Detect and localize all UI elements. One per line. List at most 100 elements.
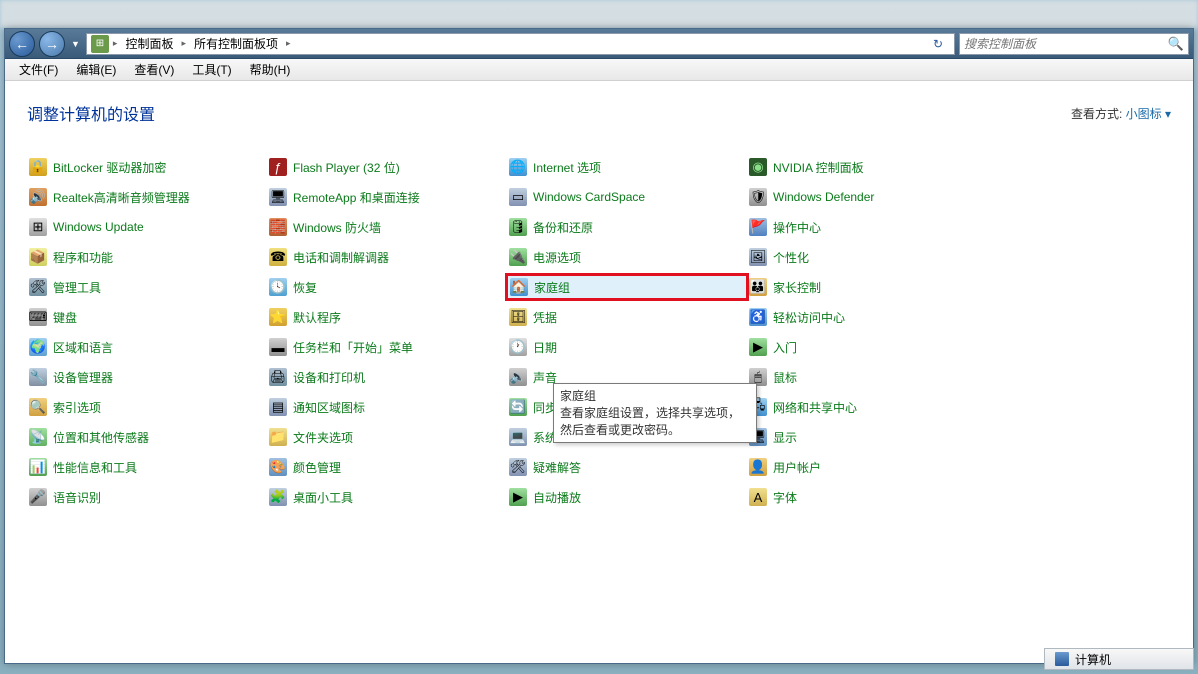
homegroup-tooltip: 家庭组 查看家庭组设置，选择共享选项，然后查看或更改密码。 <box>553 383 757 443</box>
item-default-programs[interactable]: ⭐默认程序 <box>267 305 507 329</box>
item-power[interactable]: 🔌电源选项 <box>507 245 747 269</box>
items-grid: 🔒 BitLocker 驱动器加密 ƒ Flash Player (32 位) 🌐I… <box>27 155 1171 509</box>
flash-icon: ƒ <box>269 158 287 176</box>
nvidia-icon: ◉ <box>749 158 767 176</box>
item-label: 家长控制 <box>773 279 821 296</box>
item-remoteapp[interactable]: 🖥RemoteApp 和桌面连接 <box>267 185 507 209</box>
view-by-value[interactable]: 小图标 ▾ <box>1126 107 1171 121</box>
item-user-accounts[interactable]: 👤用户帐户 <box>747 455 987 479</box>
item-label: Windows CardSpace <box>533 190 645 204</box>
search-box[interactable]: 🔍 <box>959 33 1189 55</box>
item-label: 索引选项 <box>53 399 101 416</box>
clock-icon: 🕐 <box>509 338 527 356</box>
item-defender[interactable]: 🛡Windows Defender <box>747 185 987 209</box>
item-flash[interactable]: ƒ Flash Player (32 位) <box>267 155 507 179</box>
search-icon[interactable]: 🔍 <box>1168 36 1184 52</box>
menu-tools[interactable]: 工具(T) <box>184 59 239 80</box>
item-autoplay[interactable]: ▶自动播放 <box>507 485 747 509</box>
item-getting-started[interactable]: ▶入门 <box>747 335 987 359</box>
item-indexing[interactable]: 🔍索引选项 <box>27 395 267 419</box>
item-label: 显示 <box>773 429 797 446</box>
item-performance[interactable]: 📊性能信息和工具 <box>27 455 267 479</box>
menu-bar: 文件(F) 编辑(E) 查看(V) 工具(T) 帮助(H) <box>5 59 1193 81</box>
keyboard-icon: ⌨ <box>29 308 47 326</box>
item-label: 位置和其他传感器 <box>53 429 149 446</box>
item-label: Flash Player (32 位) <box>293 159 400 176</box>
item-label: 管理工具 <box>53 279 101 296</box>
item-device-manager[interactable]: 🔧设备管理器 <box>27 365 267 389</box>
lock-icon: 🔒 <box>29 158 47 176</box>
backup-icon: 🛢 <box>509 218 527 236</box>
item-region-language[interactable]: 🌍区域和语言 <box>27 335 267 359</box>
item-notification-icons[interactable]: ▤通知区域图标 <box>267 395 507 419</box>
item-label: 备份和还原 <box>533 219 593 236</box>
heading-row: 调整计算机的设置 查看方式: 小图标 ▾ <box>27 101 1171 125</box>
item-mouse[interactable]: 🖱鼠标 <box>747 365 987 389</box>
refresh-icon[interactable]: ↻ <box>926 33 950 55</box>
mic-icon: 🎤 <box>29 488 47 506</box>
item-backup[interactable]: 🛢 备份和还原 <box>507 215 747 239</box>
item-devices-printers[interactable]: 🖨设备和打印机 <box>267 365 507 389</box>
firewall-icon: 🧱 <box>269 218 287 236</box>
item-phone-modem[interactable]: ☎电话和调制解调器 <box>267 245 507 269</box>
desktop-icon: 🖼 <box>749 248 767 266</box>
sound-icon: 🔈 <box>509 368 527 386</box>
star-icon: ⭐ <box>269 308 287 326</box>
search-input[interactable] <box>964 37 1168 51</box>
item-gadgets[interactable]: 🧩桌面小工具 <box>267 485 507 509</box>
menu-edit[interactable]: 编辑(E) <box>68 59 124 80</box>
item-taskbar[interactable]: ▬任务栏和「开始」菜单 <box>267 335 507 359</box>
tray-icon: ▤ <box>269 398 287 416</box>
menu-help[interactable]: 帮助(H) <box>242 59 299 80</box>
item-ease-access[interactable]: ♿轻松访问中心 <box>747 305 987 329</box>
homegroup-icon: 🏠 <box>510 278 528 296</box>
breadcrumb-control-panel[interactable]: 控制面板 <box>121 33 177 54</box>
item-parental[interactable]: 👪家长控制 <box>747 275 987 299</box>
item-speech[interactable]: 🎤语音识别 <box>27 485 267 509</box>
item-action-center[interactable]: 🚩操作中心 <box>747 215 987 239</box>
item-location-sensors[interactable]: 📡位置和其他传感器 <box>27 425 267 449</box>
item-display[interactable]: 🖥显示 <box>747 425 987 449</box>
breadcrumb-all-items[interactable]: 所有控制面板项 <box>190 33 282 54</box>
control-panel-window: ← → ▼ ⊞ ▸ 控制面板 ▸ 所有控制面板项 ▸ ↻ 🔍 文件(F) 编辑(… <box>4 28 1194 664</box>
item-realtek[interactable]: 🔊Realtek高清晰音频管理器 <box>27 185 267 209</box>
item-cardspace[interactable]: ▭Windows CardSpace <box>507 185 747 209</box>
item-label: 电源选项 <box>533 249 581 266</box>
breadcrumb-sep: ▸ <box>286 38 291 49</box>
item-folder-options[interactable]: 📁文件夹选项 <box>267 425 507 449</box>
item-bitlocker[interactable]: 🔒 BitLocker 驱动器加密 <box>27 155 267 179</box>
item-internet[interactable]: 🌐Internet 选项 <box>507 155 747 179</box>
item-label: 鼠标 <box>773 369 797 386</box>
item-label: NVIDIA 控制面板 <box>773 159 864 176</box>
item-network-sharing[interactable]: 🖧网络和共享中心 <box>747 395 987 419</box>
item-nvidia[interactable]: ◉ NVIDIA 控制面板 <box>747 155 987 179</box>
item-programs[interactable]: 📦程序和功能 <box>27 245 267 269</box>
menu-view[interactable]: 查看(V) <box>126 59 182 80</box>
content-area: 调整计算机的设置 查看方式: 小图标 ▾ 🔒 BitLocker 驱动器加密 ƒF… <box>5 83 1193 663</box>
item-admin-tools[interactable]: 🛠管理工具 <box>27 275 267 299</box>
programs-icon: 📦 <box>29 248 47 266</box>
item-label: 日期 <box>533 339 557 356</box>
forward-button[interactable]: → <box>39 31 65 57</box>
item-label: BitLocker 驱动器加密 <box>53 159 166 176</box>
menu-file[interactable]: 文件(F) <box>11 59 66 80</box>
item-update[interactable]: ⊞Windows Update <box>27 215 267 239</box>
item-keyboard[interactable]: ⌨键盘 <box>27 305 267 329</box>
history-dropdown[interactable]: ▼ <box>69 39 82 49</box>
item-date-time[interactable]: 🕐 日期 <box>507 335 747 359</box>
flag-icon: 🚩 <box>749 218 767 236</box>
safe-icon: 🗄 <box>509 308 527 326</box>
item-troubleshooting[interactable]: 🛠疑难解答 <box>507 455 747 479</box>
back-button[interactable]: ← <box>9 31 35 57</box>
item-firewall[interactable]: 🧱Windows 防火墙 <box>267 215 507 239</box>
item-color-management[interactable]: 🎨颜色管理 <box>267 455 507 479</box>
status-label: 计算机 <box>1075 651 1111 668</box>
item-label: 设备和打印机 <box>293 369 365 386</box>
item-fonts[interactable]: A字体 <box>747 485 987 509</box>
item-credential[interactable]: 🗄凭据 <box>507 305 747 329</box>
address-breadcrumb[interactable]: ⊞ ▸ 控制面板 ▸ 所有控制面板项 ▸ ↻ <box>86 33 955 55</box>
item-personalization[interactable]: 🖼个性化 <box>747 245 987 269</box>
item-homegroup[interactable]: 🏠家庭组 <box>507 275 747 299</box>
item-recovery[interactable]: 🕓恢复 <box>267 275 507 299</box>
color-icon: 🎨 <box>269 458 287 476</box>
